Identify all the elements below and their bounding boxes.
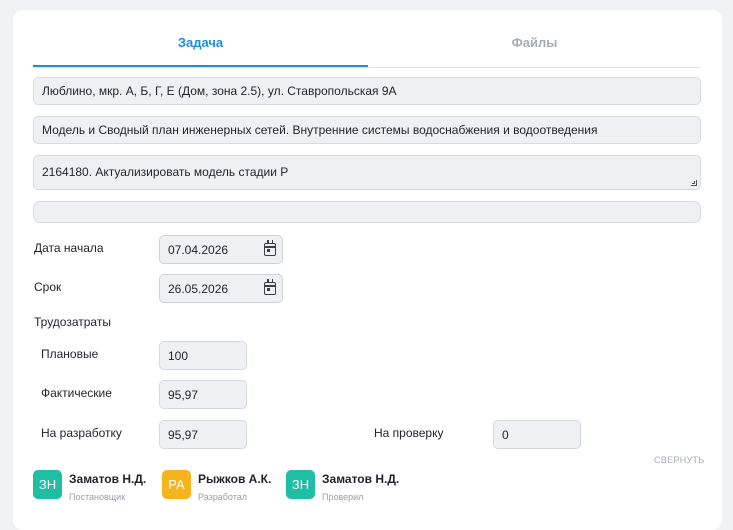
avatar: ЗН xyxy=(33,470,62,499)
labor-title: Трудозатраты xyxy=(34,315,111,329)
person-assigner[interactable]: ЗН Заматов Н.Д. Постановщик xyxy=(33,470,158,510)
section-value: Модель и Сводный план инженерных сетей. … xyxy=(42,123,598,137)
section-field[interactable]: Модель и Сводный план инженерных сетей. … xyxy=(33,116,701,144)
tab-files[interactable]: Файлы xyxy=(368,35,701,50)
review-value: 0 xyxy=(502,427,509,442)
person-role: Проверил xyxy=(322,492,364,502)
person-developer[interactable]: РА Рыжков А.К. Разработал xyxy=(162,470,282,510)
person-role: Разработал xyxy=(198,492,247,502)
active-tab-indicator xyxy=(33,65,368,67)
deadline-value: 26.05.2026 xyxy=(168,281,229,296)
start-date-label: Дата начала xyxy=(34,241,104,255)
person-name: Заматов Н.Д. xyxy=(69,472,147,486)
actual-input[interactable]: 95,97 xyxy=(159,380,247,409)
review-label: На проверку xyxy=(374,426,444,440)
person-reviewer[interactable]: ЗН Заматов Н.Д. Проверил xyxy=(286,470,411,510)
planned-value: 100 xyxy=(168,348,189,363)
actual-label: Фактические xyxy=(41,386,112,400)
start-date-value: 07.04.2026 xyxy=(168,242,229,257)
resize-handle-icon[interactable] xyxy=(691,180,697,186)
dev-value: 95,97 xyxy=(168,427,199,442)
tab-task[interactable]: Задача xyxy=(33,35,368,50)
extra-field[interactable] xyxy=(33,201,701,223)
task-text-value: 2164180. Актуализировать модель стадии Р xyxy=(42,165,289,179)
person-name: Заматов Н.Д. xyxy=(322,472,400,486)
dev-label: На разработку xyxy=(41,426,122,440)
tab-bar: Задача Файлы xyxy=(33,28,701,68)
planned-input[interactable]: 100 xyxy=(159,341,247,370)
avatar: РА xyxy=(162,470,191,499)
actual-value: 95,97 xyxy=(168,387,199,402)
review-input[interactable]: 0 xyxy=(493,420,581,449)
task-textarea[interactable]: 2164180. Актуализировать модель стадии Р xyxy=(33,155,701,190)
address-value: Люблино, мкр. А, Б, Г, Е (Дом, зона 2.5)… xyxy=(42,84,397,98)
dev-input[interactable]: 95,97 xyxy=(159,420,247,449)
collapse-button[interactable]: СВЕРНУТЬ xyxy=(654,455,705,465)
calendar-icon[interactable] xyxy=(264,240,276,256)
planned-label: Плановые xyxy=(41,347,99,361)
avatar: ЗН xyxy=(286,470,315,499)
person-name: Рыжков А.К. xyxy=(198,472,272,486)
task-card: Задача Файлы Люблино, мкр. А, Б, Г, Е (Д… xyxy=(13,10,722,530)
deadline-input[interactable]: 26.05.2026 xyxy=(159,274,283,303)
start-date-input[interactable]: 07.04.2026 xyxy=(159,235,283,264)
address-field[interactable]: Люблино, мкр. А, Б, Г, Е (Дом, зона 2.5)… xyxy=(33,77,701,105)
calendar-icon[interactable] xyxy=(264,279,276,295)
person-role: Постановщик xyxy=(69,492,126,502)
deadline-label: Срок xyxy=(34,280,62,294)
